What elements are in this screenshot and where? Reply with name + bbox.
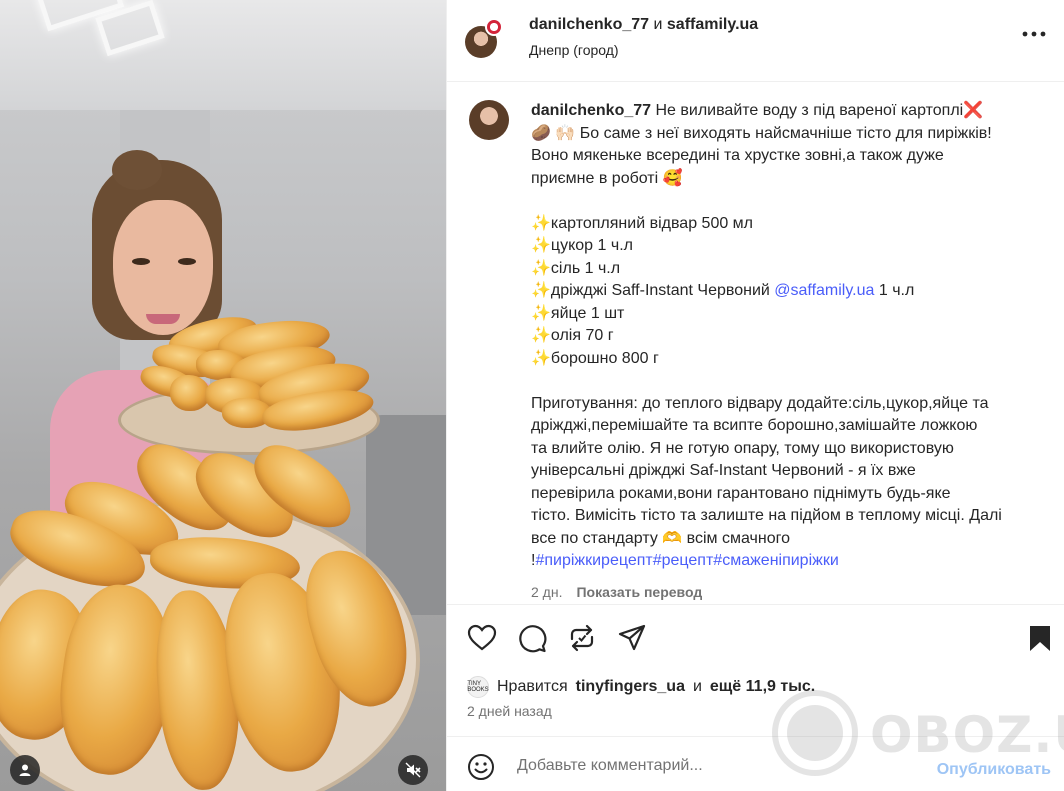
caption-line: приємне в роботі bbox=[531, 169, 659, 187]
header-joiner: и bbox=[653, 16, 663, 33]
liker-avatar[interactable]: TINY BOOKS bbox=[467, 676, 489, 698]
prep-line: універсальні дріжджі Saf-Instant Червони… bbox=[531, 462, 916, 479]
post-header: danilchenko_77 и saffamily.ua Днепр (гор… bbox=[447, 0, 1064, 82]
liker-avatar-text: TINY BOOKS bbox=[467, 681, 489, 693]
emoji-icon[interactable] bbox=[467, 753, 495, 781]
caption-line: Бо саме з неї виходять найсмачніше тісто… bbox=[579, 124, 992, 142]
more-icon[interactable] bbox=[1022, 30, 1046, 38]
heart-hands-emoji: 🫶 bbox=[662, 529, 683, 547]
woman-smile bbox=[146, 314, 180, 324]
prep-line: дріжджі,перемішайте та всипте борошно,за… bbox=[531, 417, 978, 434]
publish-button[interactable]: Опубликовать bbox=[937, 761, 1051, 779]
mute-button[interactable] bbox=[398, 755, 428, 785]
sparkles-emoji: ✨ bbox=[531, 259, 551, 277]
ingredient-item: ✨сіль 1 ч.л bbox=[531, 258, 1051, 281]
tag-users-button[interactable] bbox=[10, 755, 40, 785]
heart-icon[interactable] bbox=[467, 623, 497, 653]
collaborator-avatar[interactable] bbox=[485, 18, 503, 36]
author-username[interactable]: danilchenko_77 bbox=[529, 16, 649, 33]
action-bar bbox=[447, 604, 1064, 668]
potato-hands-emoji: 🥔 🙌🏻 bbox=[531, 124, 576, 142]
ingredient-item: ✨цукор 1 ч.л bbox=[531, 235, 1051, 258]
prep-line: перевірила роками,вони гарантовано підні… bbox=[531, 484, 951, 502]
likes-prefix: Нравится bbox=[497, 678, 568, 695]
sparkles-emoji: ✨ bbox=[531, 327, 551, 344]
bookmark-icon[interactable] bbox=[1025, 623, 1055, 653]
ingredient-text: цукор 1 ч.л bbox=[550, 237, 633, 254]
prep-line: все по стандарту bbox=[531, 529, 658, 547]
sparkles-emoji: ✨ bbox=[531, 282, 551, 299]
likes-count[interactable]: ещё 11,9 тыс. bbox=[710, 678, 815, 696]
ingredient-text: сіль 1 ч.л bbox=[550, 259, 621, 277]
ingredient-text: картопляний відвар 500 мл bbox=[550, 214, 754, 232]
post-media[interactable] bbox=[0, 0, 446, 791]
ingredient-text: яйце 1 шт bbox=[550, 304, 625, 322]
hashtags-link[interactable]: #пиріжкирецепт#рецепт#смаженіпиріжки bbox=[535, 552, 838, 569]
cross-emoji: ❌ bbox=[963, 102, 984, 119]
smiling-hearts-emoji: 🥰 bbox=[662, 169, 683, 187]
caption-intro: Не виливайте воду з під вареної картоплі bbox=[655, 102, 964, 119]
share-icon[interactable] bbox=[617, 623, 647, 653]
location-link[interactable]: Днепр (город) bbox=[529, 42, 619, 58]
pie bbox=[170, 375, 210, 411]
translate-link[interactable]: Показать перевод bbox=[576, 584, 702, 600]
collaborator-username[interactable]: saffamily.ua bbox=[667, 16, 758, 33]
ingredient-item: ✨олія 70 г bbox=[531, 325, 1051, 348]
ingredient-item: ✨борошно 800 г bbox=[531, 348, 1051, 371]
ingredient-text: олія 70 г bbox=[550, 327, 614, 344]
closing-text: всім смачного bbox=[686, 529, 790, 547]
post-panel: danilchenko_77 и saffamily.ua Днепр (гор… bbox=[446, 0, 1064, 791]
ingredient-amount: 1 ч.л bbox=[878, 282, 915, 299]
caption-age: 2 дн. bbox=[531, 584, 563, 600]
post-time[interactable]: 2 дней назад bbox=[467, 703, 552, 719]
comment-icon[interactable] bbox=[517, 623, 547, 653]
likes-and: и bbox=[692, 678, 702, 695]
sparkles-emoji: ✨ bbox=[531, 237, 551, 254]
woman-eye bbox=[132, 258, 150, 265]
woman-eye bbox=[178, 258, 196, 265]
liker-username[interactable]: tinyfingers_ua bbox=[576, 678, 685, 696]
ingredient-item: ✨яйце 1 шт bbox=[531, 303, 1051, 326]
sparkles-emoji: ✨ bbox=[531, 214, 551, 232]
post-caption: danilchenko_77 Не виливайте воду з під в… bbox=[531, 100, 1051, 573]
repost-icon[interactable] bbox=[567, 623, 597, 653]
prep-line: та влийте олію. Я не готую опару, тому щ… bbox=[531, 439, 954, 457]
ingredient-text: борошно 800 г bbox=[550, 349, 659, 367]
ingredient-item: ✨дріжджі Saff-Instant Червоний @saffamil… bbox=[531, 280, 1051, 303]
woman-hair-bun bbox=[112, 150, 162, 190]
user-tag-icon bbox=[19, 764, 31, 776]
caption-username[interactable]: danilchenko_77 bbox=[531, 102, 651, 119]
ingredient-item: ✨картопляний відвар 500 мл bbox=[531, 213, 1051, 236]
ingredient-text: дріжджі Saff-Instant Червоний bbox=[550, 282, 770, 299]
caption-avatar[interactable] bbox=[469, 100, 509, 140]
sparkles-emoji: ✨ bbox=[531, 304, 551, 322]
comment-bar: Опубликовать bbox=[447, 736, 1064, 791]
caption-line: Воно мякеньке всередині та хрустке зовні… bbox=[531, 147, 944, 164]
mute-icon bbox=[405, 762, 421, 778]
header-usernames: danilchenko_77 и saffamily.ua bbox=[529, 16, 758, 34]
mention-link[interactable]: @saffamily.ua bbox=[774, 282, 874, 299]
likes-line: TINY BOOKS Нравится tinyfingers_ua и ещё… bbox=[467, 676, 815, 698]
prep-line: Приготування: до теплого відвару додайте… bbox=[531, 394, 989, 412]
comment-input[interactable] bbox=[517, 754, 917, 778]
caption-meta: 2 дн. Показать перевод bbox=[531, 584, 702, 600]
sparkles-emoji: ✨ bbox=[531, 349, 551, 367]
caption-spacer bbox=[531, 190, 1051, 213]
prep-line: тісто. Вимісіть тісто та залиште на підй… bbox=[531, 507, 1002, 524]
caption-spacer bbox=[531, 370, 1051, 393]
